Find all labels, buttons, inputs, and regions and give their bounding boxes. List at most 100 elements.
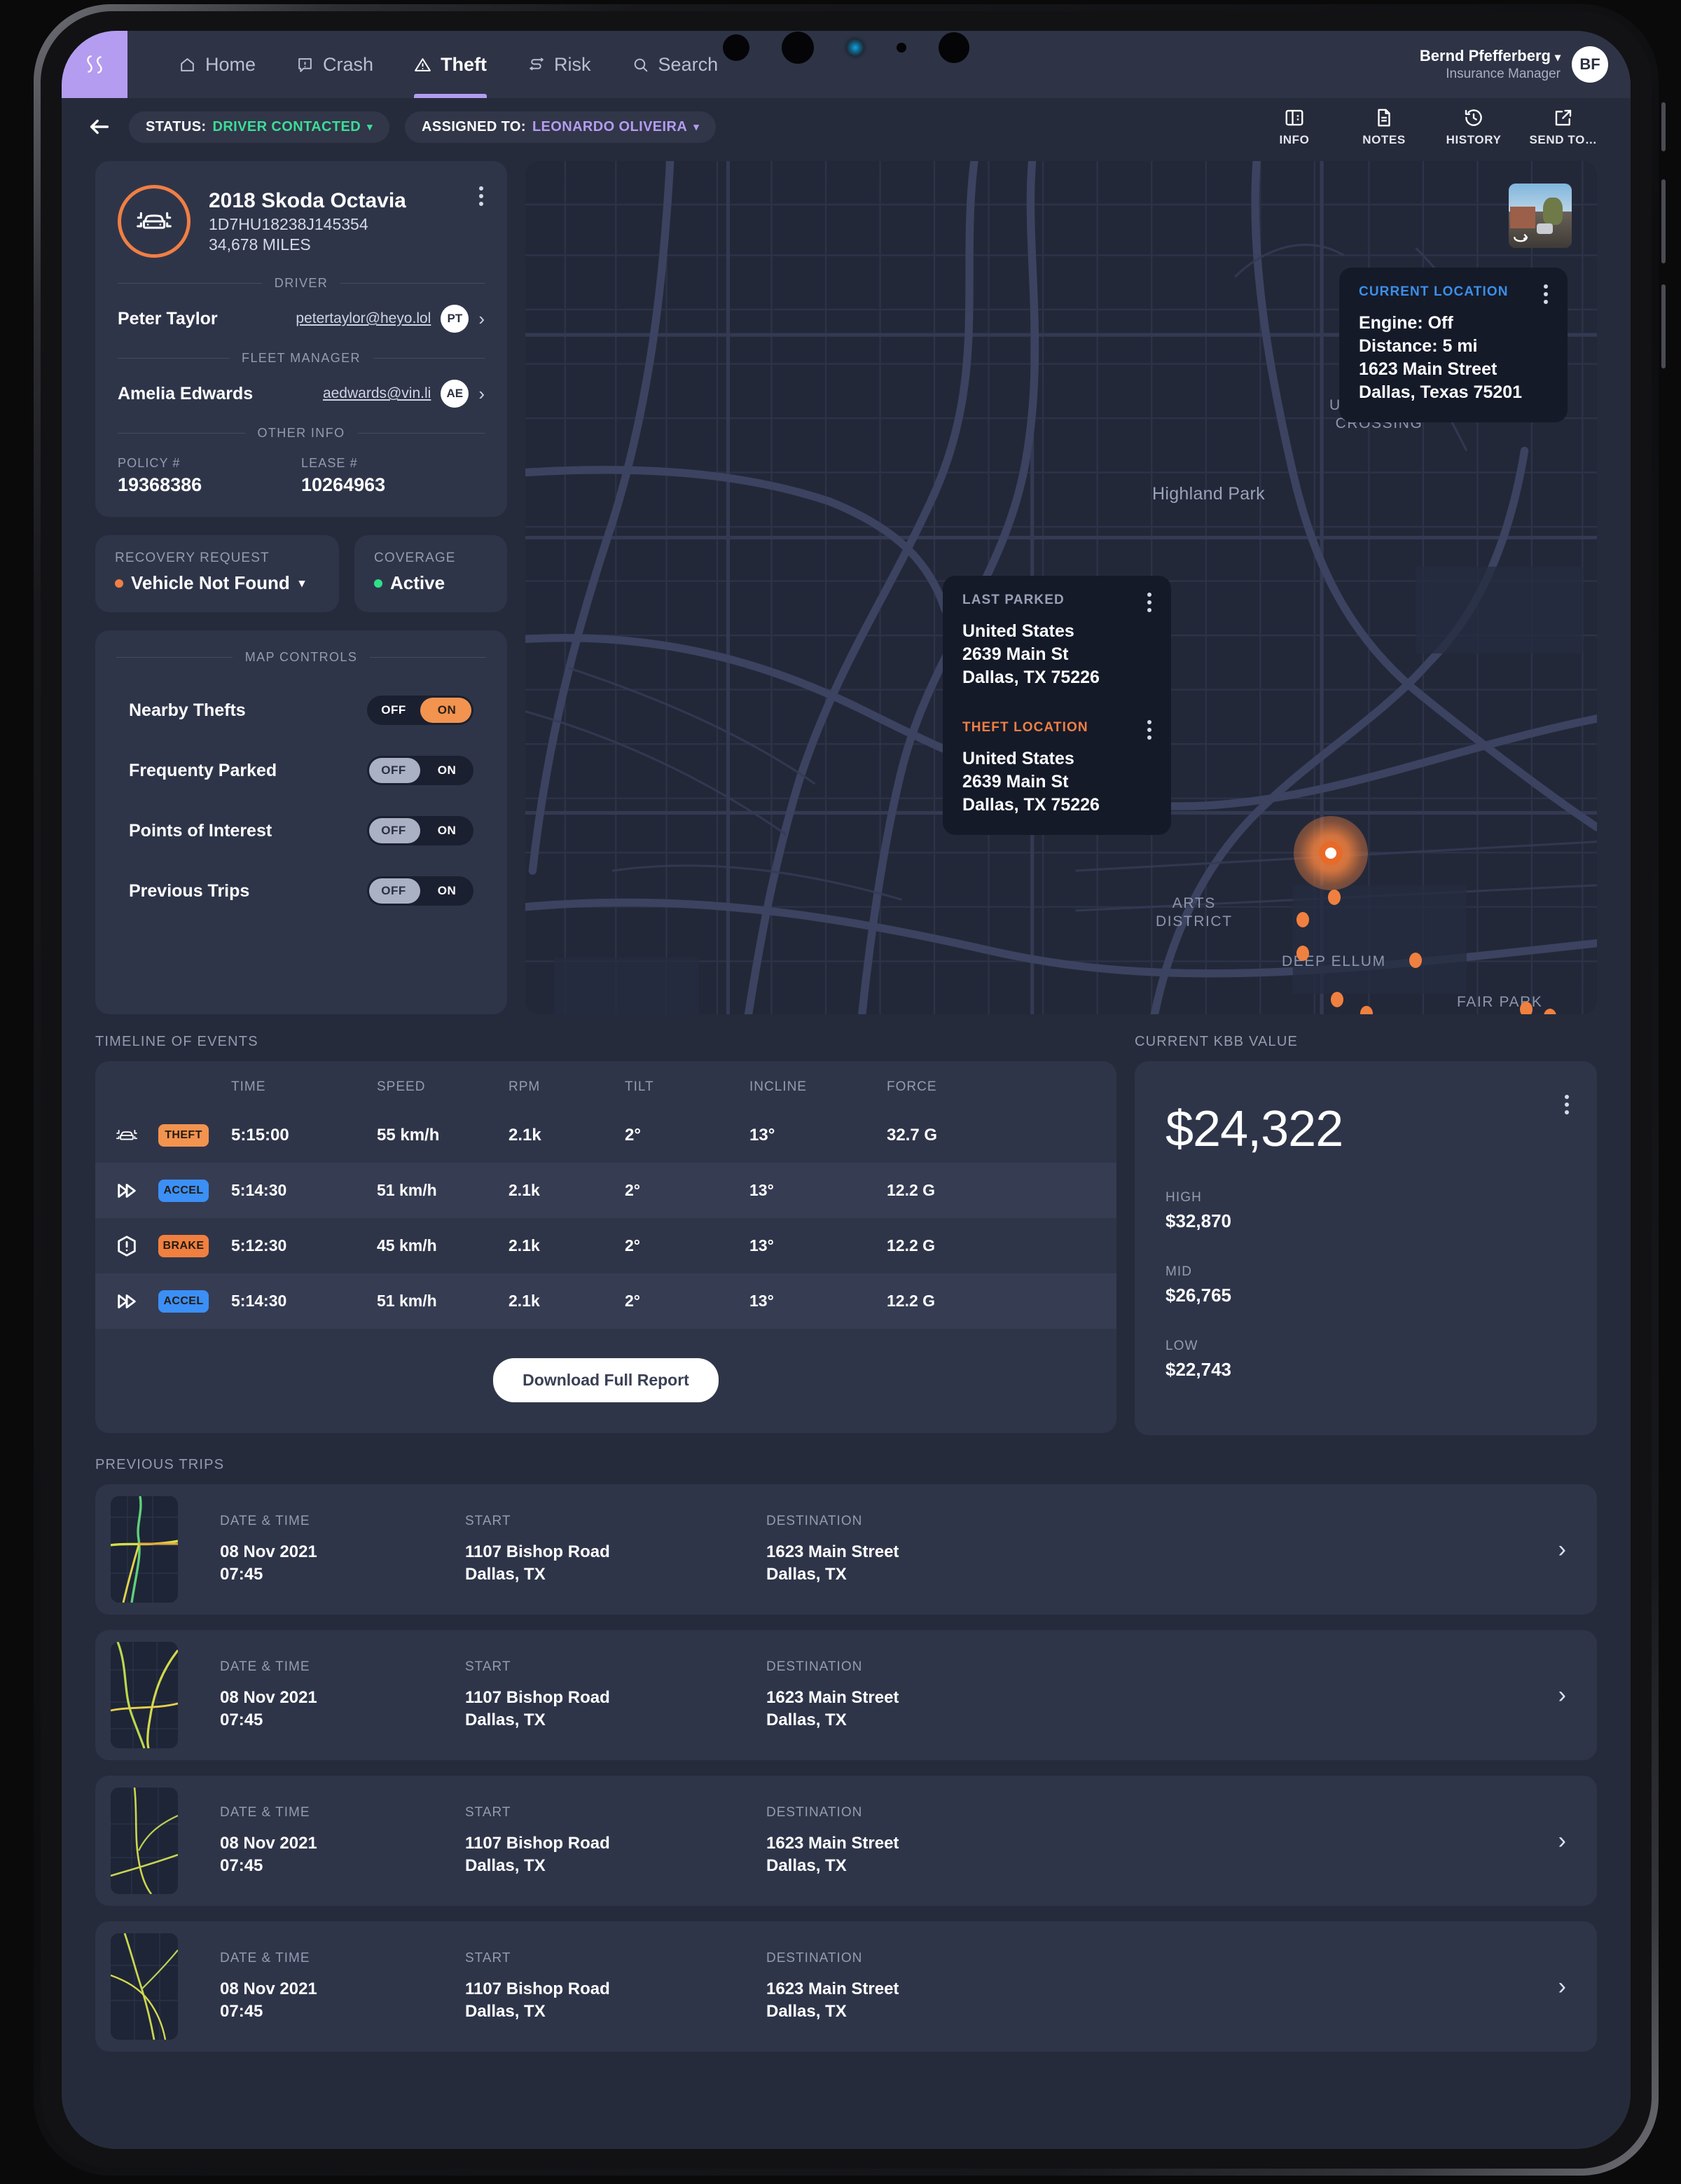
driver-email-link[interactable]: petertaylor@heyo.lol	[296, 310, 431, 327]
kbb-mid-label: MID	[1165, 1264, 1193, 1279]
avatar[interactable]: BF	[1572, 46, 1608, 83]
other-info-grid: POLICY # 19368386 LEASE # 10264963	[118, 456, 485, 496]
kbb-card-menu-button[interactable]	[1565, 1095, 1569, 1114]
status-dropdown[interactable]: STATUS: DRIVER CONTACTED ▾	[129, 111, 390, 143]
map-control-frequently-parked: Frequenty Parked OFF ON	[116, 756, 486, 785]
toggle-frequently-parked[interactable]: OFF ON	[367, 756, 473, 785]
theft-epicenter-marker[interactable]	[1294, 816, 1368, 890]
nearby-theft-dot[interactable]	[1520, 1002, 1533, 1014]
street-view-thumbnail[interactable]	[1509, 184, 1572, 248]
list-item[interactable]: DATE & TIME 08 Nov 2021 07:45 START 1107…	[95, 1921, 1597, 2052]
chevron-right-icon[interactable]: ›	[1558, 1829, 1566, 1853]
toggle-points-of-interest[interactable]: OFF ON	[367, 816, 473, 845]
chevron-right-icon[interactable]: ›	[1558, 1537, 1566, 1561]
timeline-header-time: TIME	[231, 1079, 266, 1094]
status-dot-icon	[115, 579, 123, 588]
recovery-request-card[interactable]: RECOVERY REQUEST Vehicle Not Found ▾	[95, 535, 339, 612]
timeline-row-tag: ACCEL	[158, 1290, 231, 1313]
list-item[interactable]: DATE & TIME 08 Nov 2021 07:45 START 1107…	[95, 1630, 1597, 1760]
coverage-value-row: Active	[374, 572, 487, 594]
last-parked-line2: 2639 Main St	[962, 644, 1069, 664]
download-full-report-button[interactable]: Download Full Report	[493, 1358, 719, 1402]
nearby-theft-dot[interactable]	[1331, 992, 1343, 1007]
assigned-to-dropdown[interactable]: ASSIGNED TO: LEONARDO OLIVEIRA ▾	[405, 111, 717, 143]
driver-row[interactable]: Peter Taylor petertaylor@heyo.lol PT ›	[118, 305, 485, 333]
top-navigation-bar: Home Crash Theft Risk Search Bernd Pfeff…	[62, 31, 1631, 98]
timeline-header-tag-spacer	[158, 1079, 231, 1095]
back-button[interactable]	[85, 113, 113, 141]
trip-date-col: DATE & TIME 08 Nov 2021 07:45	[220, 1659, 465, 1730]
timeline-row-force: 32.7 G	[887, 1125, 938, 1145]
info-button[interactable]: INFO	[1250, 107, 1339, 147]
nav-item-search[interactable]: Search	[611, 31, 739, 98]
current-location-menu-button[interactable]	[1544, 284, 1548, 304]
timeline-row-time: 5:14:30	[231, 1181, 287, 1199]
toggle-nearby-thefts[interactable]: OFF ON	[367, 696, 473, 725]
recovery-request-value-row: Vehicle Not Found ▾	[115, 572, 319, 594]
nav-item-home[interactable]: Home	[158, 31, 276, 98]
list-item[interactable]: DATE & TIME 08 Nov 2021 07:45 START 1107…	[95, 1484, 1597, 1615]
chevron-right-icon[interactable]: ›	[1558, 1975, 1566, 1998]
timeline-header-rpm: RPM	[509, 1079, 541, 1094]
thumb-building	[1510, 207, 1535, 229]
toggle-previous-trips[interactable]: OFF ON	[367, 876, 473, 906]
timeline-row-tag: BRAKE	[158, 1234, 231, 1257]
chevron-right-icon[interactable]: ›	[478, 385, 485, 403]
vehicle-title: 2018 Skoda Octavia	[209, 189, 406, 212]
nav-item-crash-label: Crash	[323, 53, 374, 75]
user-text: Bernd Pfefferberg ▾ Insurance Manager	[1420, 46, 1561, 82]
device-side-button-top[interactable]	[1661, 102, 1666, 151]
trip-dest-col: DESTINATION 1623 Main Street Dallas, TX	[766, 1951, 1067, 2021]
trip-columns: DATE & TIME 08 Nov 2021 07:45 START 1107…	[220, 1659, 1558, 1730]
theft-map[interactable]: UNIVERSITY CROSSING Rawlins Highland Par…	[525, 161, 1597, 1014]
timeline-row-icon	[95, 1124, 158, 1147]
brand-logo-button[interactable]	[62, 31, 127, 98]
nearby-theft-dot[interactable]	[1409, 953, 1422, 968]
user-menu[interactable]: Bernd Pfefferberg ▾ Insurance Manager BF	[1420, 31, 1631, 98]
timeline-row-tilt: 2°	[625, 1292, 640, 1310]
trip-date: 08 Nov 2021	[220, 1542, 317, 1562]
theft-location-menu-button[interactable]	[1147, 720, 1151, 740]
fleet-manager-avatar: AE	[441, 380, 469, 408]
last-parked-popup[interactable]: LAST PARKED United States 2639 Main St D…	[943, 576, 1171, 835]
timeline-row-incline: 13°	[749, 1181, 774, 1199]
chevron-right-icon[interactable]: ›	[478, 310, 485, 328]
history-button[interactable]: HISTORY	[1429, 107, 1519, 147]
trip-dest-city: Dallas, TX	[766, 1564, 847, 1584]
nearby-theft-dot[interactable]	[1328, 890, 1341, 905]
list-item[interactable]: DATE & TIME 08 Nov 2021 07:45 START 1107…	[95, 1776, 1597, 1906]
kbb-mid-block: MID $26,765	[1165, 1264, 1566, 1306]
trip-time: 07:45	[220, 1710, 263, 1729]
chevron-down-icon: ▾	[367, 121, 373, 133]
vehicle-card-menu-button[interactable]	[479, 186, 483, 206]
content-scroll-area[interactable]: 2018 Skoda Octavia 1D7HU18238J145354 34,…	[62, 155, 1631, 2149]
device-side-button-volume-up[interactable]	[1661, 179, 1666, 263]
trip-columns: DATE & TIME 08 Nov 2021 07:45 START 1107…	[220, 1514, 1558, 1584]
current-location-header: CURRENT LOCATION	[1359, 284, 1548, 304]
table-row[interactable]: ACCEL 5:14:30 51 km/h 2.1k 2° 13° 12.2 G	[95, 1273, 1116, 1329]
last-parked-menu-button[interactable]	[1147, 593, 1151, 612]
nearby-theft-dot[interactable]	[1296, 946, 1309, 961]
nav-item-theft[interactable]: Theft	[394, 31, 507, 98]
current-location-popup[interactable]: CURRENT LOCATION Engine: Off Distance: 5…	[1339, 268, 1568, 422]
coverage-card: COVERAGE Active	[354, 535, 507, 612]
nav-item-home-label: Home	[205, 53, 256, 75]
nav-item-risk[interactable]: Risk	[507, 31, 611, 98]
driver-section-divider: DRIVER	[118, 276, 485, 291]
chevron-right-icon[interactable]: ›	[1558, 1683, 1566, 1707]
notes-button[interactable]: NOTES	[1339, 107, 1429, 147]
external-link-icon	[1555, 109, 1572, 125]
nearby-theft-dot[interactable]	[1296, 912, 1309, 927]
table-row[interactable]: BRAKE 5:12:30 45 km/h 2.1k 2° 13° 12.2 G	[95, 1218, 1116, 1273]
table-row[interactable]: THEFT 5:15:00 55 km/h 2.1k 2° 13° 32.7 G	[95, 1107, 1116, 1163]
fleet-manager-email-link[interactable]: aedwards@vin.li	[323, 385, 431, 402]
chevron-down-icon[interactable]: ▾	[299, 576, 305, 590]
tablet-device-frame: Home Crash Theft Risk Search Bernd Pfeff…	[34, 4, 1666, 2176]
fleet-manager-row[interactable]: Amelia Edwards aedwards@vin.li AE ›	[118, 380, 485, 408]
send-to-button[interactable]: SEND TO…	[1519, 107, 1608, 147]
nav-item-crash[interactable]: Crash	[276, 31, 394, 98]
table-row[interactable]: ACCEL 5:14:30 51 km/h 2.1k 2° 13° 12.2 G	[95, 1163, 1116, 1218]
kbb-low-block: LOW $22,743	[1165, 1339, 1566, 1381]
device-side-button-volume-down[interactable]	[1661, 284, 1666, 368]
trip-time: 07:45	[220, 2001, 263, 2021]
